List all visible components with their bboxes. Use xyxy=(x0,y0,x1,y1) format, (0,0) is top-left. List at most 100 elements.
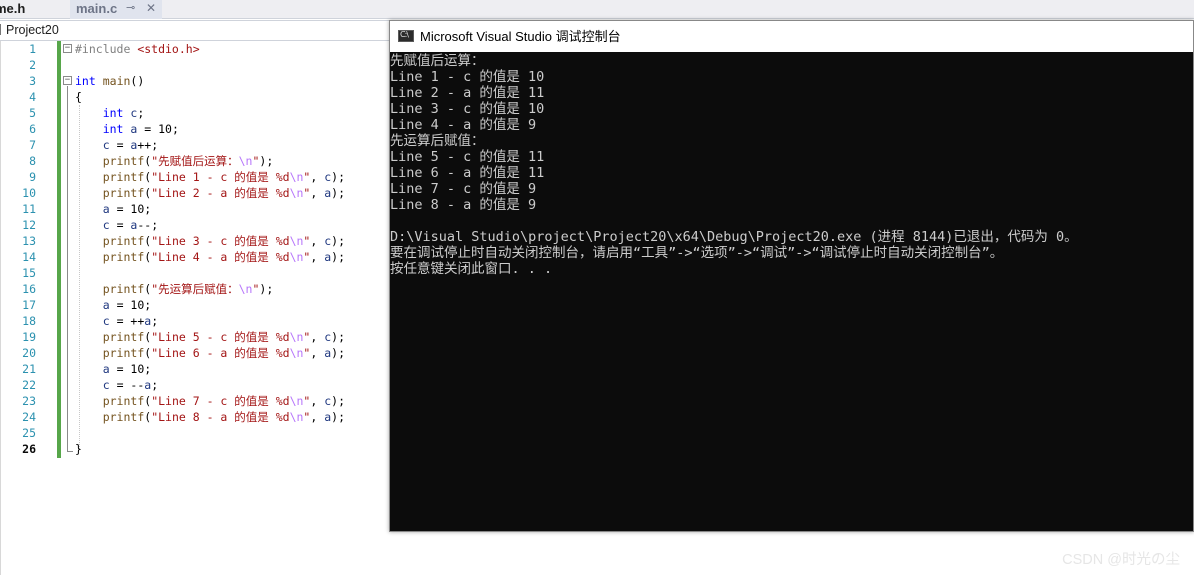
pin-icon[interactable]: ⊸ xyxy=(126,0,135,17)
code-line[interactable]: int a = 10; xyxy=(75,121,179,137)
code-token: printf xyxy=(102,154,145,168)
code-token: = xyxy=(109,218,131,232)
code-token: --; xyxy=(137,218,159,232)
code-line[interactable]: #include <stdio.h> xyxy=(75,41,200,57)
collapse-icon[interactable]: − xyxy=(63,76,72,85)
line-number: 17 xyxy=(22,298,36,312)
code-token: %d xyxy=(275,394,290,408)
code-line[interactable]: c = ++a; xyxy=(75,313,158,329)
code-token: int xyxy=(102,106,124,120)
code-line[interactable]: c = a--; xyxy=(75,217,158,233)
code-line[interactable]: printf("Line 5 - c 的值是 %d\n", c); xyxy=(75,329,345,345)
code-token: , xyxy=(310,186,325,200)
code-token: , xyxy=(310,330,325,344)
code-line[interactable]: printf("先运算后赋值：\n"); xyxy=(75,281,274,297)
code-line[interactable]: int c; xyxy=(75,105,145,121)
line-number: 24 xyxy=(22,410,36,424)
line-number: 8 xyxy=(29,154,36,168)
code-token: \n xyxy=(289,186,304,200)
code-token: , xyxy=(310,394,325,408)
code-token: printf xyxy=(102,250,145,264)
code-line[interactable]: { xyxy=(75,89,82,105)
code-line[interactable]: printf("Line 2 - a 的值是 %d\n", a); xyxy=(75,185,345,201)
line-number: 1 xyxy=(29,42,36,56)
code-token: c xyxy=(102,378,110,392)
line-number: 13 xyxy=(22,234,36,248)
line-number: 20 xyxy=(22,346,36,360)
code-line[interactable]: printf("Line 4 - a 的值是 %d\n", a); xyxy=(75,249,345,265)
code-line[interactable]: printf("Line 1 - c 的值是 %d\n", c); xyxy=(75,169,345,185)
code-line[interactable]: a = 10; xyxy=(75,201,151,217)
code-token: ); xyxy=(331,170,346,184)
code-token: %d xyxy=(275,410,290,424)
code-line[interactable]: } xyxy=(75,441,82,457)
line-number: 4 xyxy=(29,90,36,104)
code-token: , xyxy=(310,250,325,264)
code-token: %d xyxy=(275,234,290,248)
console-app-icon: C:\ xyxy=(398,30,414,42)
code-line[interactable]: printf("Line 7 - c 的值是 %d\n", c); xyxy=(75,393,345,409)
code-token: %d xyxy=(275,250,290,264)
code-token: printf xyxy=(102,394,145,408)
code-token: "Line 1 - c 的值是 xyxy=(151,170,276,184)
code-token: \n xyxy=(238,282,253,296)
collapse-icon[interactable]: − xyxy=(63,44,72,53)
code-token: \n xyxy=(238,154,253,168)
line-number: 18 xyxy=(22,314,36,328)
line-number: 26 xyxy=(22,442,36,456)
code-token: c xyxy=(102,314,110,328)
console-titlebar[interactable]: C:\ Microsoft Visual Studio 调试控制台 xyxy=(390,21,1193,52)
code-line[interactable]: printf("先赋值后运算：\n"); xyxy=(75,153,274,169)
line-number: 16 xyxy=(22,282,36,296)
tab-me-h[interactable]: me.h xyxy=(0,0,62,19)
code-token: ); xyxy=(331,234,346,248)
code-line[interactable]: c = --a; xyxy=(75,377,158,393)
code-token: } xyxy=(75,442,82,456)
code-token: = xyxy=(109,138,131,152)
code-line[interactable]: c = a++; xyxy=(75,137,158,153)
code-line[interactable]: a = 10; xyxy=(75,297,151,313)
code-token: ); xyxy=(331,346,346,360)
code-token: %d xyxy=(275,186,290,200)
csdn-watermark: CSDN @时光の尘 xyxy=(1062,552,1180,568)
code-token: #include xyxy=(75,42,138,56)
code-line[interactable]: printf("Line 3 - c 的值是 %d\n", c); xyxy=(75,233,345,249)
close-icon[interactable]: ✕ xyxy=(146,0,156,17)
line-number: 23 xyxy=(22,394,36,408)
code-token: ; xyxy=(151,378,159,392)
console-line: 先赋值后运算： xyxy=(390,53,485,69)
console-line: Line 4 - a 的值是 9 xyxy=(390,117,537,133)
console-line: D:\Visual Studio\project\Project20\x64\D… xyxy=(390,229,1078,245)
line-number: 9 xyxy=(29,170,36,184)
code-token: = ++ xyxy=(109,314,145,328)
code-line[interactable]: int main() xyxy=(75,73,144,89)
change-tracking-bar xyxy=(57,41,61,458)
project-dropdown[interactable]: Project20 xyxy=(0,20,393,41)
debug-console-window[interactable]: C:\ Microsoft Visual Studio 调试控制台 先赋值后运算… xyxy=(389,20,1194,532)
code-line[interactable]: printf("Line 6 - a 的值是 %d\n", a); xyxy=(75,345,345,361)
code-token: \n xyxy=(289,170,304,184)
console-output[interactable]: 先赋值后运算： Line 1 - c 的值是 10 Line 2 - a 的值是 1… xyxy=(390,53,1193,531)
code-token: "Line 8 - a 的值是 xyxy=(151,410,276,424)
code-token: ); xyxy=(259,282,274,296)
code-line[interactable]: printf("Line 8 - a 的值是 %d\n", a); xyxy=(75,409,345,425)
code-token: ; xyxy=(137,106,145,120)
code-token: int xyxy=(75,74,96,88)
line-number: 10 xyxy=(22,186,36,200)
code-token: \n xyxy=(289,346,304,360)
console-title: Microsoft Visual Studio 调试控制台 xyxy=(420,29,621,44)
code-line[interactable]: a = 10; xyxy=(75,361,151,377)
tab-main-c[interactable]: main.c ⊸ ✕ xyxy=(70,0,162,19)
console-line: Line 2 - a 的值是 11 xyxy=(390,85,545,101)
line-number: 19 xyxy=(22,330,36,344)
code-token: \n xyxy=(289,394,304,408)
